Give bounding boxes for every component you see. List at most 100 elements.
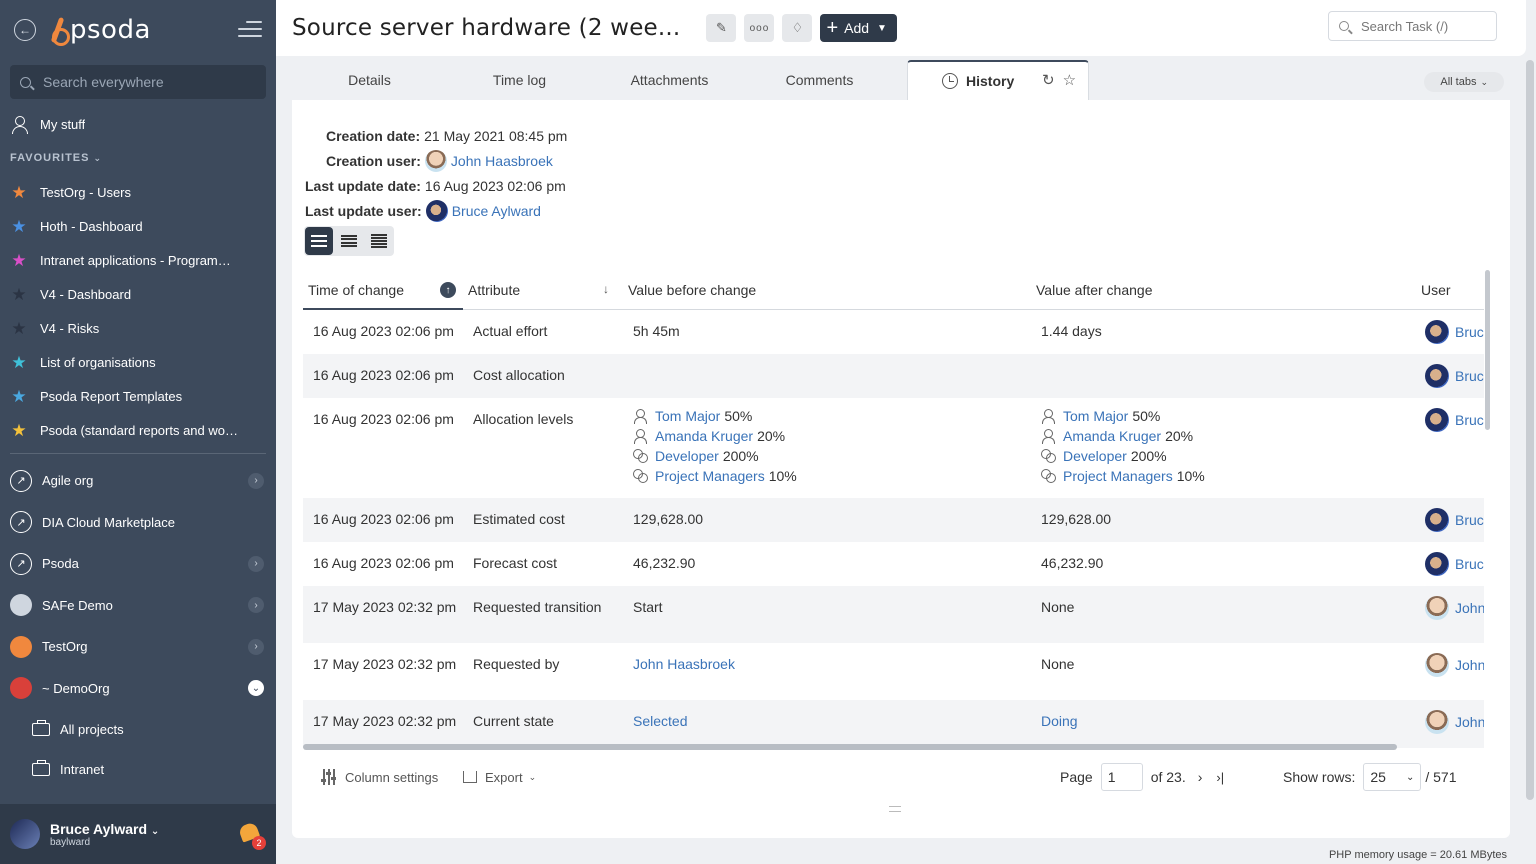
table-row: 16 Aug 2023 02:06 pm Forecast cost 46,232.…	[303, 542, 1484, 586]
allocation-name-link[interactable]: Project Managers	[1063, 467, 1173, 485]
avatar	[1425, 552, 1449, 576]
page-scrollbar[interactable]	[1526, 60, 1534, 800]
allocation-name-link[interactable]: Tom Major	[655, 407, 720, 425]
more-button[interactable]: ooo	[744, 14, 775, 42]
cell-user[interactable]: Bruce Aylward	[1425, 408, 1484, 432]
tab-time-log[interactable]: Time log	[447, 60, 592, 100]
cell-user[interactable]: John Haasbroek	[1425, 596, 1484, 620]
edit-button[interactable]: ✎	[706, 14, 737, 42]
favourite-label: V4 - Dashboard	[40, 286, 132, 302]
column-settings-button[interactable]: Column settings	[321, 762, 438, 792]
favourite-item[interactable]: ★ V4 - Dashboard	[0, 277, 276, 311]
star-icon: ★	[11, 182, 27, 202]
refresh-icon[interactable]: ↻	[1042, 71, 1055, 89]
organisation-item[interactable]: TestOrg ›	[0, 626, 276, 668]
column-header-after[interactable]: Value after change	[1036, 270, 1153, 310]
project-item[interactable]: All projects	[0, 709, 276, 749]
export-button[interactable]: Export ⌄	[463, 762, 536, 792]
rows-per-page-select[interactable]: 25 ⌄	[1363, 763, 1422, 791]
organisation-item[interactable]: ↗ Agile org ›	[0, 460, 276, 502]
cell-before[interactable]: John Haasbroek	[633, 655, 1033, 673]
favourite-item[interactable]: ★ V4 - Risks	[0, 311, 276, 345]
cell-time: 16 Aug 2023 02:06 pm	[313, 411, 454, 427]
cell-user[interactable]: John Haasbroek	[1425, 710, 1484, 734]
resize-grip[interactable]	[889, 806, 901, 812]
cell-user[interactable]: Bruce Aylward	[1425, 508, 1484, 532]
allocation-name-link[interactable]: Amanda Kruger	[655, 427, 753, 445]
column-header-time[interactable]: Time of change	[308, 270, 404, 310]
notifications-icon[interactable]: 2	[237, 821, 266, 850]
star-icon: ★	[11, 318, 27, 338]
tab-comments[interactable]: Comments	[747, 60, 892, 100]
star-icon[interactable]: ☆	[1063, 71, 1076, 89]
cell-before[interactable]: Selected	[633, 712, 1033, 730]
favourites-header[interactable]: FAVOURITES ⌄	[0, 141, 276, 175]
global-search-input[interactable]: Search everywhere	[10, 65, 266, 99]
column-header-attribute[interactable]: Attribute	[468, 270, 520, 310]
favourite-item[interactable]: ★ List of organisations	[0, 345, 276, 379]
project-item[interactable]: Intranet	[0, 749, 276, 789]
cell-after: Tom Major 50% Amanda Kruger 20% Developer 200…	[1041, 406, 1441, 486]
horizontal-scrollbar[interactable]	[303, 744, 1397, 750]
cell-user[interactable]: John Haasbroek	[1425, 653, 1484, 677]
back-icon[interactable]: ←	[14, 19, 36, 41]
user-link: Bruce Aylward	[1455, 412, 1484, 428]
my-stuff-link[interactable]: My stuff	[0, 107, 276, 141]
all-tabs-button[interactable]: All tabs ⌄	[1424, 72, 1504, 92]
density-dense-button[interactable]	[365, 227, 393, 255]
chevron-down-icon[interactable]: ⌄	[248, 680, 264, 697]
avatar	[1425, 653, 1449, 677]
collapse-menu-icon[interactable]	[238, 21, 262, 39]
cell-after: None	[1041, 656, 1075, 672]
tag-button[interactable]: ♢	[782, 14, 813, 42]
sort-ascending-icon[interactable]: ↑	[440, 282, 456, 298]
creation-user-link[interactable]: John Haasbroek	[451, 153, 553, 169]
allocation-entry: Tom Major 50%	[633, 406, 1033, 426]
table-row: 16 Aug 2023 02:06 pm Estimated cost 129,62…	[303, 498, 1484, 542]
last-page-icon[interactable]: ›|	[1216, 770, 1224, 785]
tab-attachments[interactable]: Attachments	[592, 60, 747, 100]
next-page-icon[interactable]: ›	[1198, 769, 1203, 785]
tab-details[interactable]: Details	[292, 60, 447, 100]
density-compact-button[interactable]	[335, 227, 363, 255]
psoda-logo[interactable]: psoda	[52, 15, 151, 46]
allocation-name-link[interactable]: Developer	[655, 447, 719, 465]
page-number-input[interactable]: 1	[1100, 763, 1143, 791]
cell-after[interactable]: Doing	[1041, 712, 1441, 730]
favourite-item[interactable]: ★ TestOrg - Users	[0, 175, 276, 209]
organisation-item[interactable]: SAFe Demo ›	[0, 585, 276, 627]
allocation-name-link[interactable]: Developer	[1063, 447, 1127, 465]
add-button[interactable]: + Add ▼	[820, 14, 897, 42]
demoorg-submenu: All projects Intranet	[0, 709, 276, 789]
organisation-item[interactable]: ↗ DIA Cloud Marketplace	[0, 502, 276, 544]
star-icon: ★	[11, 386, 27, 406]
density-comfortable-button[interactable]	[305, 227, 333, 255]
cell-user[interactable]: Bruce Aylward	[1425, 552, 1484, 576]
current-user-panel[interactable]: Bruce Aylward ⌄ baylward 2	[0, 804, 276, 864]
favourite-item[interactable]: ★ Hoth - Dashboard	[0, 209, 276, 243]
task-search-placeholder: Search Task (/)	[1361, 18, 1449, 34]
organisation-item[interactable]: ↗ Psoda ›	[0, 543, 276, 585]
allocation-name-link[interactable]: Amanda Kruger	[1063, 427, 1161, 445]
column-header-before[interactable]: Value before change	[628, 270, 756, 310]
task-search-input[interactable]: Search Task (/)	[1328, 11, 1497, 41]
allocation-entry: Project Managers 10%	[633, 466, 1033, 486]
creation-date-value: 21 May 2021 08:45 pm	[424, 128, 568, 144]
cell-user[interactable]: Bruce Aylward	[1425, 364, 1484, 388]
chevron-right-icon[interactable]: ›	[248, 555, 264, 572]
chevron-right-icon[interactable]: ›	[248, 472, 264, 489]
allocation-name-link[interactable]: Project Managers	[655, 467, 765, 485]
organisation-item[interactable]: ~ DemoOrg ⌄	[0, 668, 276, 710]
last-update-user-link[interactable]: Bruce Aylward	[452, 203, 541, 219]
column-header-user[interactable]: User	[1421, 270, 1451, 310]
chevron-right-icon[interactable]: ›	[248, 638, 264, 655]
cell-user[interactable]: Bruce Aylward	[1425, 320, 1484, 344]
chevron-right-icon[interactable]: ›	[248, 597, 264, 614]
allocation-entry: Tom Major 50%	[1041, 406, 1441, 426]
favourite-item[interactable]: ★ Psoda (standard reports and work...	[0, 413, 276, 447]
favourite-item[interactable]: ★ Psoda Report Templates	[0, 379, 276, 413]
favourite-item[interactable]: ★ Intranet applications - Programme...	[0, 243, 276, 277]
sort-descending-icon[interactable]: ↓	[603, 282, 609, 296]
allocation-name-link[interactable]: Tom Major	[1063, 407, 1128, 425]
vertical-scrollbar[interactable]	[1485, 270, 1490, 430]
